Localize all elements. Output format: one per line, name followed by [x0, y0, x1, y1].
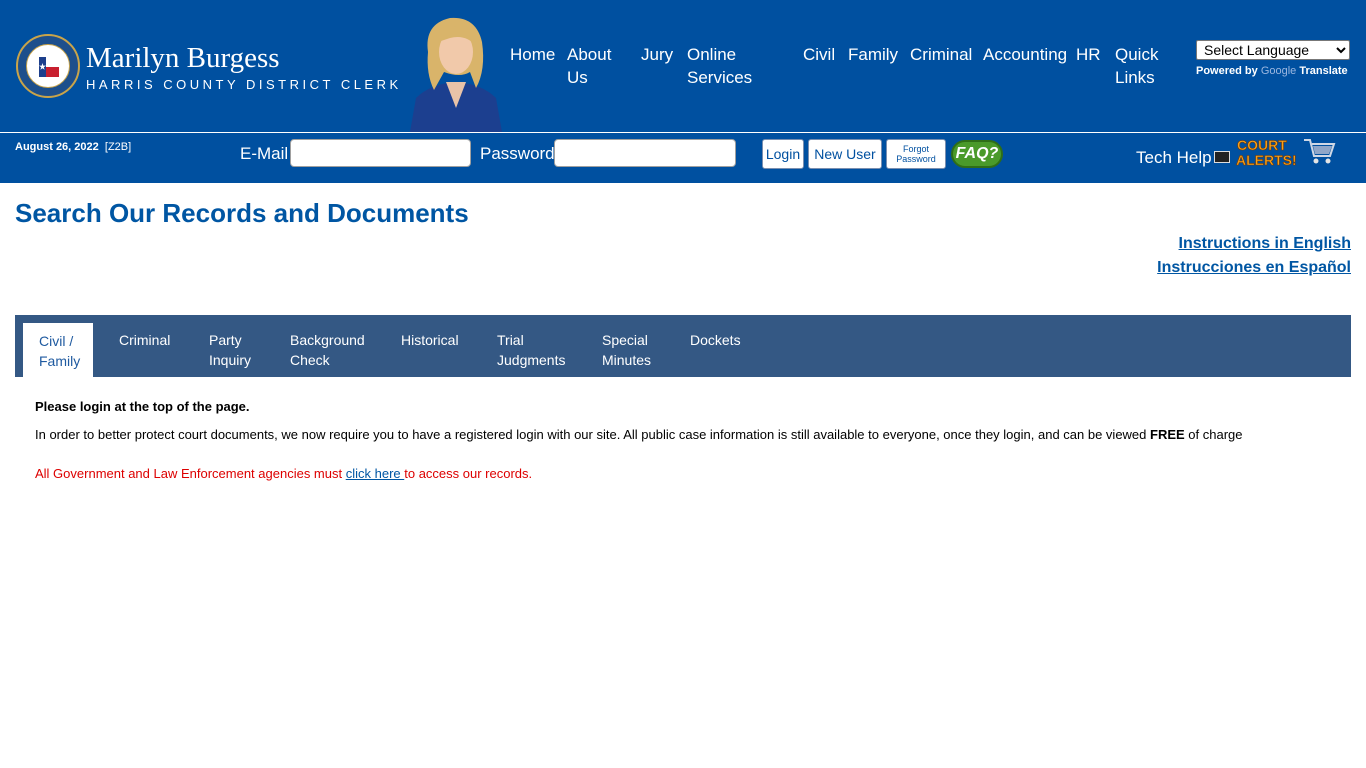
tab-civil-label-2: Family	[39, 353, 81, 369]
court-alerts-line2: ALERTS!	[1236, 152, 1297, 168]
nav-hr-label: HR	[1076, 45, 1101, 64]
charge-text: of charge	[1184, 427, 1243, 442]
brand-name[interactable]: Marilyn Burgess	[86, 42, 280, 75]
tech-help-link[interactable]: Tech Help	[1136, 148, 1230, 168]
nav-civil-label: Civil	[803, 45, 836, 64]
nav-quick-label-2: Links	[1115, 68, 1155, 87]
powered-by-label: Powered by	[1196, 65, 1258, 77]
login-notice: Please login at the top of the page.	[35, 399, 250, 414]
protect-notice: In order to better protect court documen…	[35, 427, 1243, 442]
nav-quick-label-1: Quick	[1115, 45, 1159, 64]
tech-help-label: Tech Help	[1136, 148, 1212, 167]
translate-label: Translate	[1299, 65, 1348, 77]
tab-dockets[interactable]: Dockets	[690, 315, 741, 350]
court-alerts-line1: COURT	[1237, 137, 1287, 153]
shopping-cart-icon[interactable]	[1302, 136, 1336, 166]
nav-civil[interactable]: Civil	[803, 43, 835, 66]
email-label: E-Mail	[240, 144, 289, 163]
government-click-here-link[interactable]: click here	[346, 466, 405, 481]
nav-family-label: Family	[848, 45, 899, 64]
new-user-button[interactable]: New User	[808, 139, 882, 169]
nav-hr[interactable]: HR	[1076, 43, 1101, 66]
tab-background-check[interactable]: Background Check	[290, 315, 365, 370]
nav-online-label-2: Services	[687, 68, 753, 87]
tab-civil-family[interactable]: Civil / Family	[23, 323, 93, 377]
district-clerk-seal-icon[interactable]	[16, 34, 80, 98]
court-alerts-icon[interactable]: COURT ALERTS!	[1235, 136, 1297, 168]
password-input[interactable]	[554, 139, 736, 167]
tab-criminal[interactable]: Criminal	[119, 315, 170, 350]
tab-party-inquiry[interactable]: Party Inquiry	[209, 315, 251, 370]
nav-online-label-1: Online	[687, 45, 737, 64]
nav-jury[interactable]: Jury	[641, 43, 673, 66]
nav-about-label-1: About	[567, 45, 612, 64]
current-date: August 26, 2022 [Z2B]	[15, 141, 131, 153]
tab-criminal-label: Criminal	[119, 332, 171, 348]
tab-trial-judgments[interactable]: Trial Judgments	[497, 315, 565, 370]
instructions-english-link[interactable]: Instructions in English	[1179, 235, 1351, 253]
tab-dockets-label: Dockets	[690, 332, 741, 348]
nav-about-us[interactable]: About Us	[567, 43, 611, 89]
forgot-label-1: Forgot	[902, 144, 929, 154]
nav-home-label: Home	[510, 45, 556, 64]
language-select[interactable]: Select Language	[1196, 40, 1350, 60]
nav-family[interactable]: Family	[848, 43, 898, 66]
nav-accounting[interactable]: Accounting	[983, 43, 1067, 66]
tab-background-label-2: Check	[290, 352, 330, 368]
gov-text-end: to access our records.	[404, 466, 533, 481]
nav-online-services[interactable]: Online Services	[687, 43, 752, 89]
tab-background-label-1: Background	[290, 332, 365, 348]
tab-historical[interactable]: Historical	[401, 315, 459, 350]
password-label: Password	[480, 144, 555, 163]
protect-text: In order to better protect court documen…	[35, 427, 1151, 442]
brand-subtitle[interactable]: HARRIS COUNTY DISTRICT CLERK	[86, 77, 402, 92]
faq-button[interactable]: FAQ?	[951, 140, 1003, 168]
google-logo-text: Google	[1260, 65, 1297, 77]
tab-trial-label-2: Judgments	[497, 352, 566, 368]
nav-criminal[interactable]: Criminal	[910, 43, 972, 66]
tab-civil-label-1: Civil /	[39, 333, 74, 349]
nav-quick-links[interactable]: Quick Links	[1115, 43, 1158, 89]
tab-party-label-2: Inquiry	[209, 352, 252, 368]
login-button[interactable]: Login	[762, 139, 804, 169]
tab-historical-label: Historical	[401, 332, 459, 348]
nav-home[interactable]: Home	[510, 43, 555, 66]
free-text: FREE	[1150, 427, 1185, 442]
tab-party-label-1: Party	[209, 332, 242, 348]
date-text: August 26, 2022	[15, 141, 99, 153]
tab-trial-label-1: Trial	[497, 332, 524, 348]
nav-criminal-label: Criminal	[910, 45, 973, 64]
laptop-icon	[1213, 150, 1230, 163]
search-tabs: Civil / Family Criminal Party Inquiry Back…	[15, 315, 1351, 377]
instructions-spanish-link[interactable]: Instrucciones en Español	[1157, 259, 1351, 277]
server-code: [Z2B]	[104, 141, 132, 153]
forgot-label-2: Password	[896, 154, 936, 164]
texas-flag-icon	[39, 57, 59, 77]
forgot-password-button[interactable]: Forgot Password	[886, 139, 946, 169]
page-title: Search Our Records and Documents	[15, 198, 469, 228]
tab-special-label-2: Minutes	[602, 352, 652, 368]
powered-by-google-translate[interactable]: Powered by Google Translate	[1196, 65, 1348, 77]
clerk-portrait-image	[410, 17, 502, 132]
seal-inner	[26, 44, 70, 88]
tab-special-minutes[interactable]: Special Minutes	[602, 315, 651, 370]
gov-text: All Government and Law Enforcement agenc…	[35, 466, 346, 481]
government-notice: All Government and Law Enforcement agenc…	[35, 466, 532, 481]
nav-about-label-2: Us	[567, 68, 588, 87]
tab-special-label-1: Special	[602, 332, 648, 348]
nav-accounting-label: Accounting	[983, 45, 1068, 64]
email-input[interactable]	[290, 139, 471, 167]
nav-jury-label: Jury	[641, 45, 674, 64]
